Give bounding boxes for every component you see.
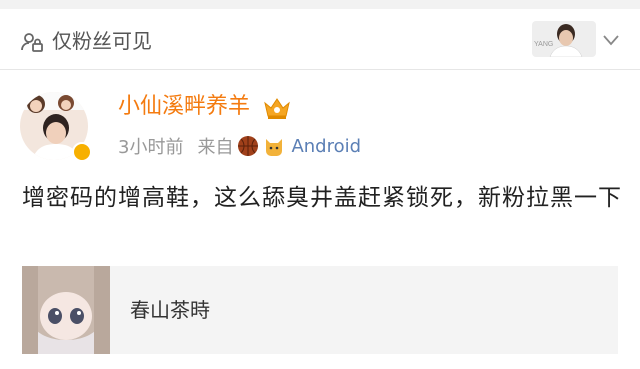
chevron-down-icon[interactable] [600, 29, 622, 51]
client-link[interactable]: Android [291, 136, 361, 157]
post-time: 3小时前 [118, 137, 184, 158]
card-title: 春山茶時 [130, 298, 210, 322]
post-content: 增密码的增高鞋，这么舔臭井盖赶紧锁死，新粉拉黑一下 [22, 185, 622, 211]
crown-icon[interactable] [262, 93, 292, 121]
link-card[interactable]: 春山茶時 [22, 266, 618, 354]
lock-people-icon [21, 33, 43, 52]
top-separator-strip [0, 0, 640, 9]
verified-badge [72, 142, 92, 162]
divider [0, 69, 640, 70]
visibility-bar[interactable]: 仅粉丝可见 YANG [0, 9, 640, 69]
post-meta: 3小时前 来自 Android [118, 132, 361, 160]
basketball-icon [238, 136, 259, 156]
cat-icon [266, 139, 283, 156]
member-avatar[interactable]: YANG [532, 21, 596, 57]
author-avatar[interactable] [20, 82, 96, 162]
card-thumbnail [22, 266, 110, 354]
author-name[interactable]: 小仙溪畔养羊 [118, 91, 250, 123]
watermark-text: YANG [534, 41, 553, 48]
source-prefix: 来自 [197, 137, 234, 158]
visibility-label: 仅粉丝可见 [52, 29, 152, 53]
